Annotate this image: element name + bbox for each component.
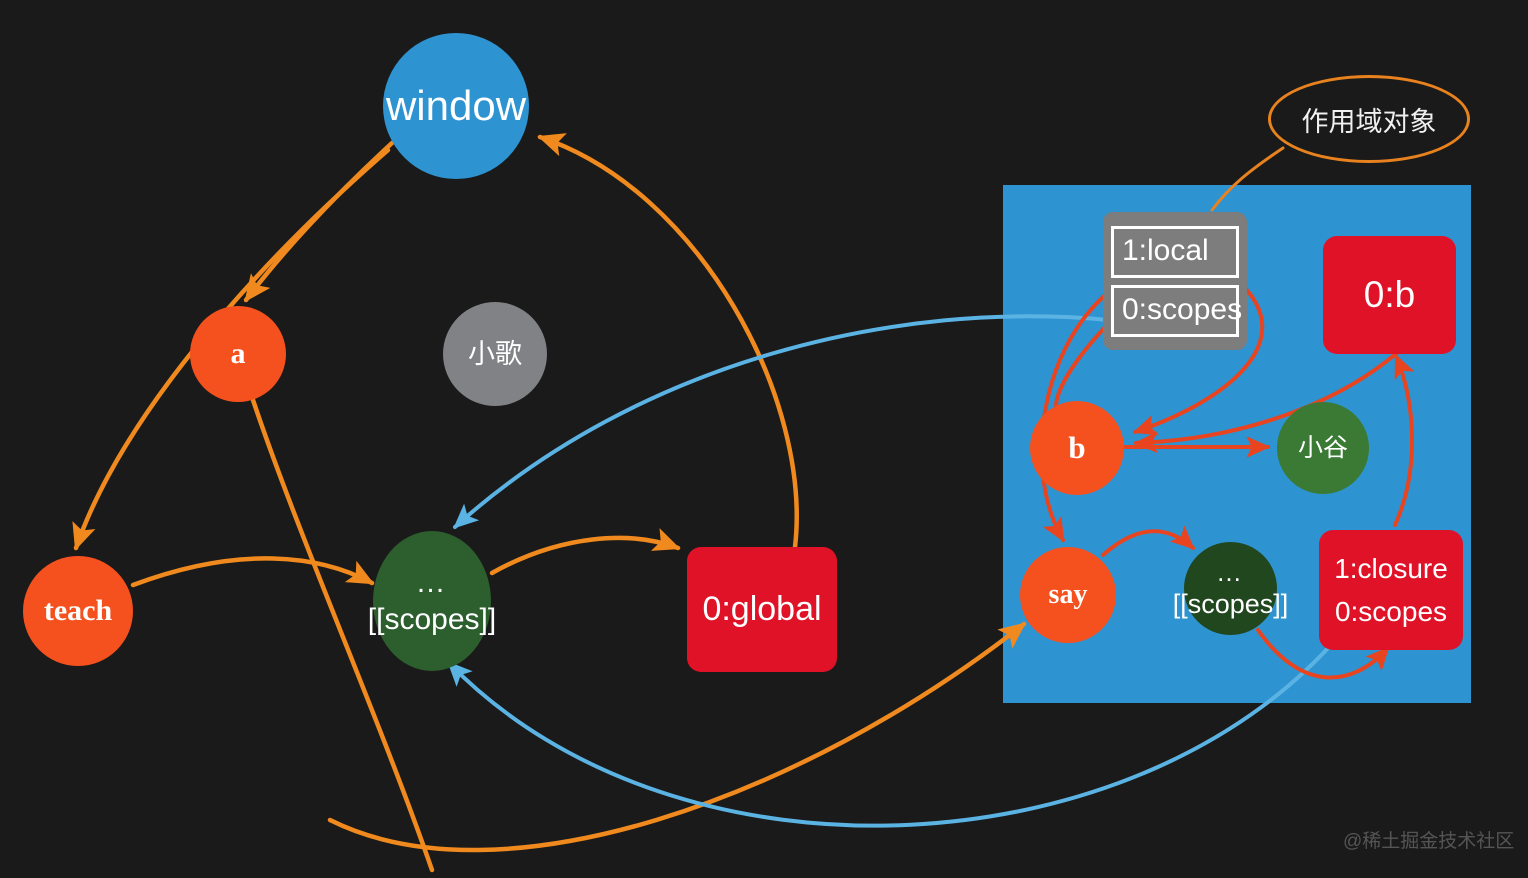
edge-closure-to-outer-scopes — [447, 623, 1350, 828]
node-say-label: say — [1048, 579, 1088, 611]
callout-leader — [1210, 146, 1285, 212]
node-b[interactable]: b — [1030, 401, 1124, 495]
node-zero-b-label: 0:b — [1363, 273, 1416, 315]
node-scopes-outer-label: [[scopes]] — [367, 603, 497, 636]
node-say[interactable]: say — [1020, 547, 1116, 643]
edge-say-to-inner-scopes — [1101, 525, 1195, 557]
node-xiaoge[interactable]: 小歌 — [443, 302, 547, 406]
node-closure-line2: 0:scopes — [1334, 596, 1448, 627]
node-scopes-inner-dots: … — [1216, 556, 1245, 587]
node-a[interactable]: a — [190, 306, 286, 402]
scope-slot-0-scopes[interactable]: 0:scopes — [1111, 284, 1242, 337]
node-window-label: window — [385, 81, 527, 129]
scope-slot-1-local[interactable]: 1:local — [1111, 225, 1239, 278]
edge-scopes-to-global — [489, 528, 681, 576]
node-scopes-inner-label: [[scopes]] — [1172, 588, 1289, 619]
node-closure-line1: 1:closure — [1334, 552, 1448, 584]
node-xiaoge-label: 小歌 — [468, 338, 522, 369]
callout-label: 作用域对象 — [1301, 106, 1437, 137]
node-global-label: 0:global — [702, 589, 822, 628]
node-scopes-outer-dots: … — [415, 565, 449, 599]
edge-global-to-window — [537, 133, 799, 550]
node-closure[interactable]: 1:closure 0:scopes — [1319, 530, 1463, 650]
edge-teach-to-scopes — [130, 556, 375, 588]
scope-object-box[interactable]: 1:local 0:scopes — [1103, 212, 1247, 350]
node-zero-b[interactable]: 0:b — [1323, 236, 1456, 354]
diagram-canvas: window a 小歌 teach … [[scopes]] 0:global … — [0, 0, 1528, 878]
node-teach-label: teach — [43, 594, 113, 628]
node-window[interactable]: window — [383, 33, 529, 179]
node-scopes-outer[interactable]: … [[scopes]] — [368, 531, 496, 671]
node-xiaogu[interactable]: 小谷 — [1277, 402, 1369, 494]
node-b-label: b — [1068, 429, 1086, 465]
watermark: @稀土掘金技术社区 — [1343, 831, 1515, 852]
node-global[interactable]: 0:global — [687, 547, 837, 672]
node-teach[interactable]: teach — [23, 556, 133, 666]
callout-scope-object: 作用域对象 — [1268, 75, 1470, 163]
node-scopes-inner[interactable]: … [[scopes]] — [1173, 542, 1288, 635]
node-a-label: a — [230, 337, 246, 371]
edge-closure-to-zero-b — [1393, 353, 1415, 527]
node-xiaogu-label: 小谷 — [1297, 433, 1348, 462]
